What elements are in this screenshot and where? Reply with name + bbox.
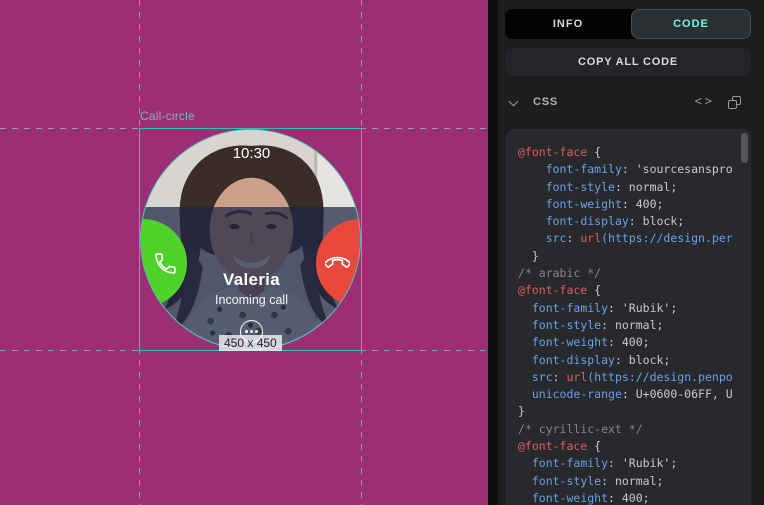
caller-name: Valeria [141, 270, 361, 290]
css-code-block[interactable]: @font-face { font-family: 'sourcesanspro… [506, 129, 751, 505]
inspect-panel: INFO CODE COPY ALL CODE CSS <> @font-fac… [498, 0, 764, 505]
code-line: font-display: block; [518, 352, 751, 369]
code-line: font-weight: 400; [518, 334, 751, 351]
code-line: font-display: block; [518, 213, 751, 230]
app-window: Call-circle [0, 0, 764, 505]
code-line: font-family: 'Rubik'; [518, 455, 751, 472]
tab-code[interactable]: CODE [631, 9, 751, 39]
code-line: @font-face { [518, 282, 751, 299]
call-circle-shape[interactable]: 10:30 Valeria Incoming call [140, 129, 361, 350]
code-scrollbar-thumb[interactable] [741, 133, 748, 163]
code-line: @font-face { [518, 144, 751, 161]
code-line: /* arabic */ [518, 265, 751, 282]
code-line: font-weight: 400; [518, 196, 751, 213]
artboard-label[interactable]: Call-circle [140, 109, 195, 123]
selection-size-badge: 450 x 450 [219, 335, 282, 351]
code-line: @font-face { [518, 438, 751, 455]
call-status-text: Incoming call [141, 293, 361, 307]
code-line: font-style: normal; [518, 473, 751, 490]
code-line: src: url(https://design.per [518, 230, 751, 247]
code-line: } [518, 403, 751, 420]
call-time: 10:30 [141, 145, 361, 162]
code-line: font-style: normal; [518, 317, 751, 334]
code-line: unicode-range: U+0600-06FF, U [518, 386, 751, 403]
css-section-header: CSS <> [505, 92, 751, 116]
copy-all-code-button[interactable]: COPY ALL CODE [505, 48, 751, 76]
panel-divider [488, 0, 498, 505]
tab-info[interactable]: INFO [505, 9, 631, 39]
code-icon[interactable]: <> [695, 94, 715, 108]
design-canvas[interactable]: Call-circle [0, 0, 488, 505]
chevron-down-icon[interactable] [510, 98, 518, 106]
css-section-label: CSS [533, 96, 558, 108]
code-line: font-style: normal; [518, 179, 751, 196]
panel-tabbar: INFO CODE [505, 9, 751, 39]
code-line: } [518, 248, 751, 265]
copy-icon[interactable] [728, 96, 741, 109]
code-line: src: url(https://design.penpo [518, 369, 751, 386]
code-line: font-family: 'sourcesanspro [518, 161, 751, 178]
code-line: /* cyrillic-ext */ [518, 421, 751, 438]
code-line: font-weight: 400; [518, 490, 751, 505]
code-line: font-family: 'Rubik'; [518, 300, 751, 317]
